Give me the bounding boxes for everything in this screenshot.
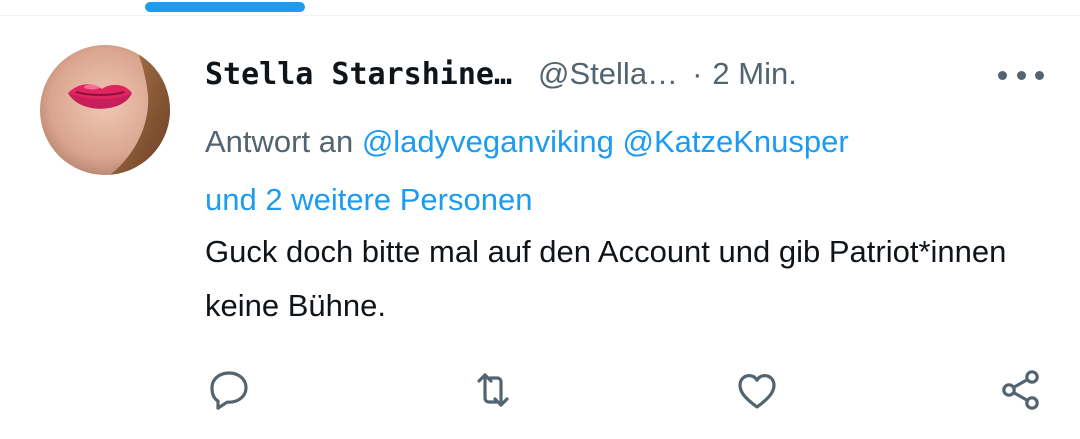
mentions-more-link[interactable]: und 2 weitere Personen <box>205 182 532 217</box>
more-dot <box>998 70 1007 80</box>
mention-link[interactable]: @ladyveganviking <box>362 124 614 159</box>
share-icon <box>1002 370 1039 410</box>
retweet-button[interactable] <box>463 360 523 420</box>
tweet-header: Stella Starshine… @Stella… · 2 Min. <box>205 56 975 96</box>
divider <box>0 15 1080 16</box>
reply-icon <box>210 371 248 410</box>
timestamp[interactable]: 2 Min. <box>712 56 796 92</box>
reply-prefix: Antwort an <box>205 124 354 159</box>
separator-dot: · <box>692 56 703 91</box>
display-name[interactable]: Stella Starshine… <box>205 57 512 92</box>
like-button[interactable] <box>727 360 787 420</box>
reply-context: Antwort an @ladyveganviking @KatzeKnuspe… <box>205 113 1055 229</box>
avatar[interactable] <box>40 45 170 175</box>
user-handle[interactable]: @Stella… <box>538 56 678 92</box>
mention-link[interactable]: @KatzeKnusper <box>623 124 849 159</box>
action-bar <box>0 360 1080 420</box>
retweet-icon <box>477 373 509 407</box>
avatar-image <box>40 45 170 175</box>
share-button[interactable] <box>991 360 1051 420</box>
tweet-text: Guck doch bitte mal auf den Account und … <box>205 234 1007 323</box>
more-dot <box>1035 70 1044 80</box>
more-horizontal-icon[interactable] <box>998 62 1044 88</box>
reply-button[interactable] <box>199 360 259 420</box>
more-dot <box>1016 70 1026 80</box>
tab-active-indicator <box>145 2 305 12</box>
heart-icon <box>738 374 776 409</box>
